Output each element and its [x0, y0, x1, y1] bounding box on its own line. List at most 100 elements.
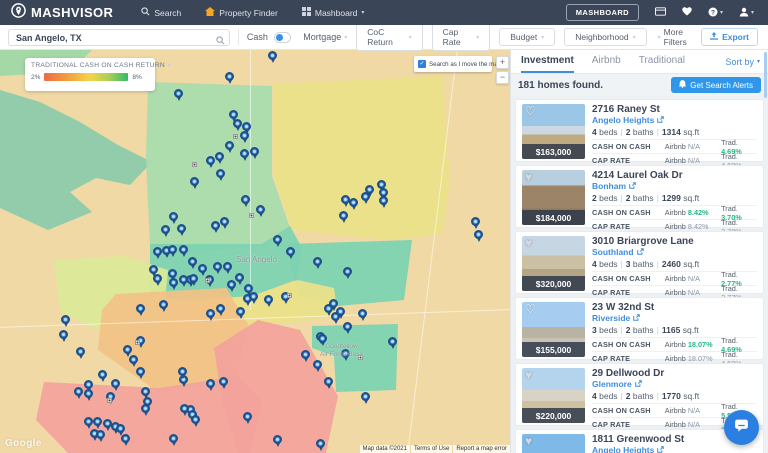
listing-card[interactable]: ♡ $163,000 2716 Raney St Angelo Heights … — [515, 99, 764, 162]
map-pin[interactable] — [235, 273, 244, 282]
map-pin[interactable] — [121, 434, 130, 443]
map-pin[interactable] — [474, 230, 483, 239]
map-pin[interactable] — [169, 434, 178, 443]
heatmap-legend[interactable]: TRADITIONAL CASH ON CASH RETURN ▾ 2% 8% — [25, 58, 155, 91]
map-pin[interactable] — [206, 156, 215, 165]
map-pin[interactable] — [198, 264, 207, 273]
map-pin[interactable] — [349, 198, 358, 207]
map-pin[interactable] — [343, 322, 352, 331]
nav-property-finder[interactable]: Property Finder — [205, 7, 278, 18]
chat-bubble-button[interactable] — [724, 410, 759, 445]
tab-investment[interactable]: Investment — [521, 50, 574, 73]
map-pin[interactable] — [236, 307, 245, 316]
map-pin[interactable] — [213, 262, 222, 271]
map-pin[interactable] — [169, 278, 178, 287]
map-pin[interactable] — [243, 412, 252, 421]
property-photo[interactable]: ♥ $184,000 — [522, 170, 585, 225]
property-photo[interactable]: ♥ $320,000 — [522, 236, 585, 291]
legend-title-row[interactable]: TRADITIONAL CASH ON CASH RETURN ▾ — [31, 62, 149, 69]
map-pin[interactable] — [74, 387, 83, 396]
favorite-heart-icon[interactable]: ♥ — [525, 171, 532, 183]
more-filters-button[interactable]: ▾ More Filters — [658, 27, 701, 47]
map-pin[interactable] — [219, 377, 228, 386]
cap-rate-filter[interactable]: Cap Rate▾ — [432, 23, 491, 51]
map-pin[interactable] — [250, 147, 259, 156]
map-pin[interactable] — [324, 377, 333, 386]
map-pin[interactable] — [84, 389, 93, 398]
mashvisor-logo[interactable]: MASHVISOR — [11, 3, 113, 23]
zoom-in-button[interactable]: + — [496, 56, 509, 69]
favorite-heart-icon[interactable]: ♥ — [525, 237, 532, 249]
neighborhood-link[interactable]: Angelo Heights — [592, 115, 757, 126]
property-photo[interactable]: ♡ $163,000 — [522, 104, 585, 159]
listing-address[interactable]: 23 W 32nd St — [592, 302, 757, 313]
map-pin[interactable] — [249, 292, 258, 301]
map-pin[interactable] — [168, 245, 177, 254]
neighborhood-link[interactable]: Southland — [592, 247, 757, 258]
map-pin[interactable] — [343, 267, 352, 276]
map-pin[interactable] — [225, 141, 234, 150]
map-pin[interactable] — [361, 392, 370, 401]
map-pin[interactable] — [177, 224, 186, 233]
map-pin[interactable] — [313, 257, 322, 266]
map-pin[interactable] — [188, 257, 197, 266]
map-pin[interactable] — [256, 205, 265, 214]
tab-traditional[interactable]: Traditional — [639, 50, 685, 73]
map-pin[interactable] — [189, 274, 198, 283]
map-pin[interactable] — [216, 169, 225, 178]
map-pin[interactable] — [206, 309, 215, 318]
map-pin[interactable] — [240, 131, 249, 140]
map-pin[interactable] — [211, 221, 220, 230]
map-pin[interactable] — [215, 152, 224, 161]
map-pin[interactable] — [223, 262, 232, 271]
mashboard-button[interactable]: MASHBOARD — [566, 4, 639, 21]
map-pin[interactable] — [59, 330, 68, 339]
listing-card[interactable]: ♥ $184,000 4214 Laurel Oak Dr Bonham 2 b… — [515, 165, 764, 228]
map-pin[interactable] — [220, 217, 229, 226]
map-pin[interactable] — [240, 149, 249, 158]
coc-return-filter[interactable]: CoC Return▾ — [356, 23, 422, 51]
search-icon[interactable] — [216, 32, 225, 50]
map-pin[interactable] — [264, 295, 273, 304]
map-pin[interactable] — [206, 379, 215, 388]
map-pin[interactable] — [111, 379, 120, 388]
neighborhood-link[interactable]: Riverside — [592, 313, 757, 324]
zoom-out-button[interactable]: − — [496, 71, 509, 84]
listing-address[interactable]: 2716 Raney St — [592, 104, 757, 115]
map-pin[interactable] — [241, 195, 250, 204]
checkbox-checked-icon[interactable]: ✓ — [418, 60, 426, 68]
map-pin[interactable] — [153, 274, 162, 283]
map-pin[interactable] — [159, 300, 168, 309]
cash-mortgage-toggle[interactable] — [274, 32, 291, 43]
budget-filter[interactable]: Budget▾ — [499, 28, 555, 46]
map-pin[interactable] — [153, 247, 162, 256]
property-photo[interactable]: ♥ — [522, 434, 585, 453]
map-pin[interactable] — [324, 304, 333, 313]
map-pin[interactable] — [136, 367, 145, 376]
listing-address[interactable]: 29 Dellwood Dr — [592, 368, 757, 379]
map-pin[interactable] — [169, 212, 178, 221]
neighborhood-link[interactable]: Glenmore — [592, 379, 757, 390]
search-input[interactable] — [8, 29, 230, 46]
listing-address[interactable]: 3010 Briargrove Lane — [592, 236, 757, 247]
panel-scrollbar[interactable] — [764, 52, 767, 98]
map-pin[interactable] — [93, 417, 102, 426]
card-view-button[interactable] — [655, 7, 666, 18]
tab-airbnb[interactable]: Airbnb — [592, 50, 621, 73]
terms-link[interactable]: Terms of Use — [411, 445, 452, 453]
map-pin[interactable] — [149, 265, 158, 274]
property-photo[interactable]: ♥ $220,000 — [522, 368, 585, 423]
neighborhood-filter[interactable]: Neighborhood▾ — [564, 28, 646, 46]
report-error-link[interactable]: Report a map error — [453, 445, 510, 453]
map-pin[interactable] — [301, 350, 310, 359]
map-pin[interactable] — [316, 439, 325, 448]
map-pin[interactable] — [233, 119, 242, 128]
map-pin[interactable] — [116, 424, 125, 433]
map-pin[interactable] — [336, 307, 345, 316]
map[interactable]: San Angelo Goodfellow Air Force Base TRA… — [0, 50, 510, 453]
map-pin[interactable] — [141, 387, 150, 396]
map-pin[interactable] — [388, 337, 397, 346]
map-pin[interactable] — [216, 304, 225, 313]
favorite-heart-icon[interactable]: ♡ — [525, 105, 536, 117]
map-pin[interactable] — [136, 304, 145, 313]
